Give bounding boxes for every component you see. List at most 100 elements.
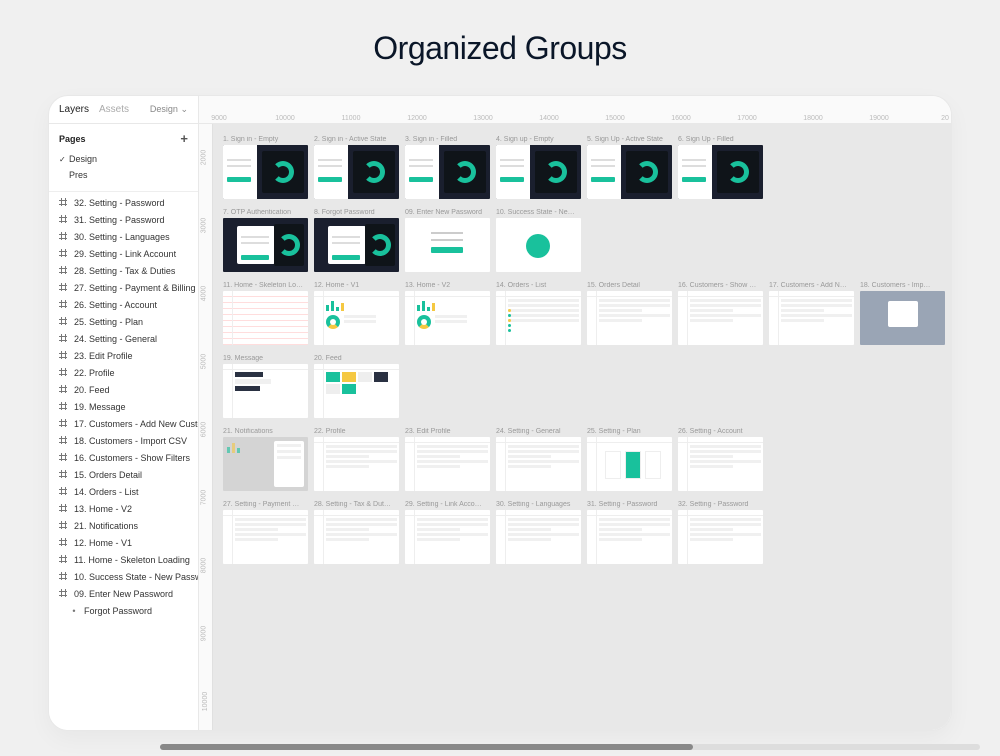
layer-name: 19. Message	[74, 402, 126, 412]
layer-item[interactable]: 16. Customers - Show Filters	[49, 449, 198, 466]
canvas-frame[interactable]: 5. Sign Up - Active State	[587, 136, 672, 199]
frame-label: 21. Notifications	[223, 428, 308, 435]
design-dropdown[interactable]: Design ⌄	[150, 104, 188, 115]
canvas-frame[interactable]: 32. Setting - Password	[678, 501, 763, 564]
layer-name: 13. Home - V2	[74, 504, 132, 514]
canvas-frame[interactable]: 11. Home - Skeleton Lo…	[223, 282, 308, 345]
canvas-frame[interactable]: 20. Feed	[314, 355, 399, 418]
canvas-frame[interactable]: 30. Setting - Languages	[496, 501, 581, 564]
layer-item[interactable]: 13. Home - V2	[49, 500, 198, 517]
canvas-frame[interactable]: 31. Setting - Password	[587, 501, 672, 564]
frame-icon	[59, 436, 69, 446]
canvas-frame[interactable]: 10. Success State - Ne…	[496, 209, 581, 272]
layer-item[interactable]: 19. Message	[49, 398, 198, 415]
frame-label: 29. Setting - Link Acco…	[405, 501, 490, 508]
canvas-frame[interactable]: 7. OTP Authentication	[223, 209, 308, 272]
layer-item[interactable]: 28. Setting - Tax & Duties	[49, 262, 198, 279]
layer-item[interactable]: 26. Setting - Account	[49, 296, 198, 313]
layers-list: 32. Setting - Password31. Setting - Pass…	[49, 192, 198, 621]
canvas-frame[interactable]: 16. Customers - Show …	[678, 282, 763, 345]
layer-item[interactable]: 25. Setting - Plan	[49, 313, 198, 330]
canvas-frame[interactable]: 8. Forgot Password	[314, 209, 399, 272]
layer-item[interactable]: 24. Setting - General	[49, 330, 198, 347]
canvas-frame[interactable]: 12. Home - V1	[314, 282, 399, 345]
canvas-frame[interactable]: 18. Customers - Imp…	[860, 282, 945, 345]
frame-label: 12. Home - V1	[314, 282, 399, 289]
layer-item[interactable]: 21. Notifications	[49, 517, 198, 534]
canvas-frame[interactable]: 15. Orders Detail	[587, 282, 672, 345]
layer-item[interactable]: 22. Profile	[49, 364, 198, 381]
ruler-vertical: 2000300040005000600070008000900010000	[199, 124, 213, 730]
tab-assets[interactable]: Assets	[99, 104, 129, 115]
layer-name: 16. Customers - Show Filters	[74, 453, 190, 463]
canvas-frame[interactable]: 21. Notifications	[223, 428, 308, 491]
canvas-frame[interactable]: 13. Home - V2	[405, 282, 490, 345]
frame-label: 24. Setting - General	[496, 428, 581, 435]
layer-item[interactable]: 12. Home - V1	[49, 534, 198, 551]
canvas[interactable]: 2000300040005000600070008000900010000 1.…	[199, 124, 951, 730]
frame-label: 8. Forgot Password	[314, 209, 399, 216]
ruler-tick: 12000	[407, 115, 426, 122]
canvas-frame[interactable]: 4. Sign up - Empty	[496, 136, 581, 199]
canvas-frame[interactable]: 23. Edit Profile	[405, 428, 490, 491]
layer-item[interactable]: 17. Customers - Add New Customer	[49, 415, 198, 432]
frame-label: 6. Sign Up - Filled	[678, 136, 763, 143]
layer-item[interactable]: 20. Feed	[49, 381, 198, 398]
frame-icon	[59, 504, 69, 514]
canvas-frame[interactable]: 6. Sign Up - Filled	[678, 136, 763, 199]
frame-row: 1. Sign in - Empty2. Sign in - Active St…	[223, 136, 941, 199]
frame-icon	[59, 283, 69, 293]
frame-icon	[59, 419, 69, 429]
frame-row: 7. OTP Authentication 8. Forgot Password 0…	[223, 209, 941, 272]
canvas-frame[interactable]: 22. Profile	[314, 428, 399, 491]
layer-item[interactable]: 23. Edit Profile	[49, 347, 198, 364]
add-page-button[interactable]: +	[180, 132, 188, 145]
ruler-tick: 13000	[473, 115, 492, 122]
canvas-frame[interactable]: 3. Sign in - Filled	[405, 136, 490, 199]
layer-item[interactable]: 27. Setting - Payment & Billing	[49, 279, 198, 296]
canvas-frame[interactable]: 28. Setting - Tax & Dut…	[314, 501, 399, 564]
frame-icon	[59, 470, 69, 480]
layer-item[interactable]: 32. Setting - Password	[49, 194, 198, 211]
layer-item[interactable]: 10. Success State - New Password	[49, 568, 198, 585]
layer-item[interactable]: 14. Orders - List	[49, 483, 198, 500]
canvas-frame[interactable]: 09. Enter New Password	[405, 209, 490, 272]
canvas-frame[interactable]: 17. Customers - Add N…	[769, 282, 854, 345]
canvas-frame[interactable]: 25. Setting - Plan	[587, 428, 672, 491]
frame-label: 23. Edit Profile	[405, 428, 490, 435]
canvas-frame[interactable]: 1. Sign in - Empty	[223, 136, 308, 199]
layer-item[interactable]: 30. Setting - Languages	[49, 228, 198, 245]
canvas-frame[interactable]: 26. Setting - Account	[678, 428, 763, 491]
layer-name: 23. Edit Profile	[74, 351, 133, 361]
pages-section: Pages + ✓Design✓Pres	[49, 124, 198, 192]
frame-label: 11. Home - Skeleton Lo…	[223, 282, 308, 289]
frame-icon	[59, 368, 69, 378]
layer-item[interactable]: 15. Orders Detail	[49, 466, 198, 483]
page-item[interactable]: ✓Pres	[59, 167, 188, 183]
canvas-frame[interactable]: 2. Sign in - Active State	[314, 136, 399, 199]
ruler-tick: 10000	[275, 115, 294, 122]
frame-icon	[59, 317, 69, 327]
canvas-frame[interactable]: 27. Setting - Payment …	[223, 501, 308, 564]
layer-item[interactable]: Forgot Password	[49, 602, 198, 619]
layer-item[interactable]: 29. Setting - Link Account	[49, 245, 198, 262]
canvas-frame[interactable]: 24. Setting - General	[496, 428, 581, 491]
top-bar: Layers Assets Design ⌄ 90001000011000120…	[49, 96, 951, 124]
canvas-frame[interactable]: 29. Setting - Link Acco…	[405, 501, 490, 564]
app-frame: Layers Assets Design ⌄ 90001000011000120…	[48, 95, 952, 731]
canvas-frame[interactable]: 14. Orders - List	[496, 282, 581, 345]
layer-item[interactable]: 31. Setting - Password	[49, 211, 198, 228]
tab-layers[interactable]: Layers	[59, 104, 89, 115]
layer-name: 20. Feed	[74, 385, 110, 395]
layer-item[interactable]: 18. Customers - Import CSV	[49, 432, 198, 449]
ruler-tick: 7000	[200, 490, 207, 506]
layer-item[interactable]: 09. Enter New Password	[49, 585, 198, 602]
frame-icon	[59, 334, 69, 344]
frame-icon	[59, 232, 69, 242]
frame-label: 17. Customers - Add N…	[769, 282, 854, 289]
frame-label: 7. OTP Authentication	[223, 209, 308, 216]
page-item[interactable]: ✓Design	[59, 151, 188, 167]
layer-item[interactable]: 11. Home - Skeleton Loading	[49, 551, 198, 568]
canvas-frame[interactable]: 19. Message	[223, 355, 308, 418]
frame-label: 13. Home - V2	[405, 282, 490, 289]
